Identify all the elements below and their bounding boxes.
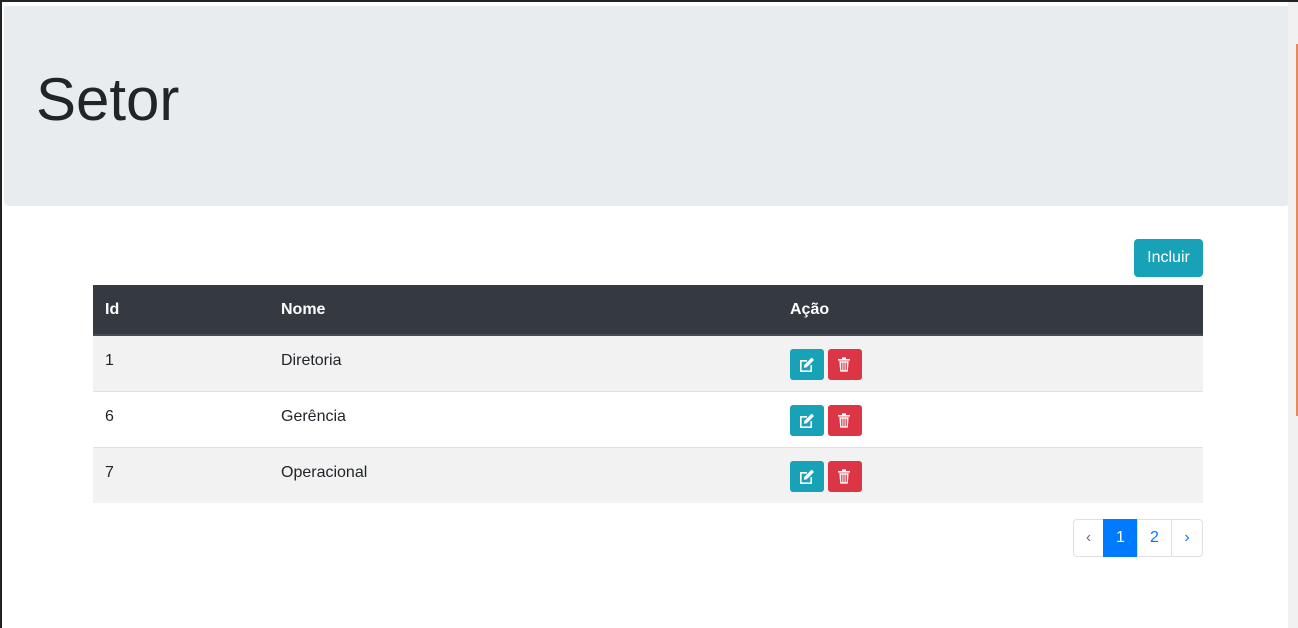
delete-button[interactable] (828, 404, 862, 436)
trash-icon (838, 357, 850, 372)
edit-button[interactable] (790, 460, 824, 492)
cell-nome: Gerência (269, 390, 778, 447)
cell-actions (778, 446, 1203, 503)
pagination: ‹ 1 2 › (1073, 519, 1203, 557)
delete-button[interactable] (828, 349, 862, 380)
app-window: Setor Incluir Id Nome Ação 1 Diretoria 6… (0, 0, 1298, 628)
table-row: 6 Gerência (93, 390, 1203, 447)
column-header-nome[interactable]: Nome (269, 285, 778, 336)
cell-actions (778, 390, 1203, 447)
pagination-page-2[interactable]: 2 (1137, 519, 1172, 557)
pagination-next[interactable]: › (1171, 519, 1203, 557)
table-header-row: Id Nome Ação (93, 285, 1203, 336)
table-row: 1 Diretoria (93, 335, 1203, 391)
column-header-id[interactable]: Id (93, 285, 269, 336)
edit-icon (800, 357, 814, 372)
edit-button[interactable] (790, 349, 824, 380)
cell-nome: Operacional (269, 446, 778, 503)
pagination-page-1[interactable]: 1 (1103, 519, 1138, 557)
edit-icon (800, 469, 814, 484)
setor-table: Id Nome Ação 1 Diretoria 6 Gerência 7 Op… (93, 285, 1203, 503)
cell-id: 1 (93, 335, 269, 391)
page-header: Setor (4, 6, 1290, 206)
delete-button[interactable] (828, 460, 862, 492)
cell-id: 6 (93, 390, 269, 447)
table-row: 7 Operacional (93, 446, 1203, 503)
edit-button[interactable] (790, 404, 824, 436)
incluir-button[interactable]: Incluir (1134, 239, 1203, 277)
cell-nome: Diretoria (269, 335, 778, 391)
page-title: Setor (36, 66, 180, 133)
edit-icon (800, 413, 814, 428)
trash-icon (838, 412, 850, 428)
scrollbar[interactable] (1288, 2, 1298, 628)
pagination-prev[interactable]: ‹ (1073, 519, 1104, 557)
cell-actions (778, 335, 1203, 391)
cell-id: 7 (93, 446, 269, 503)
trash-icon (838, 468, 850, 484)
column-header-acao: Ação (778, 285, 1203, 336)
